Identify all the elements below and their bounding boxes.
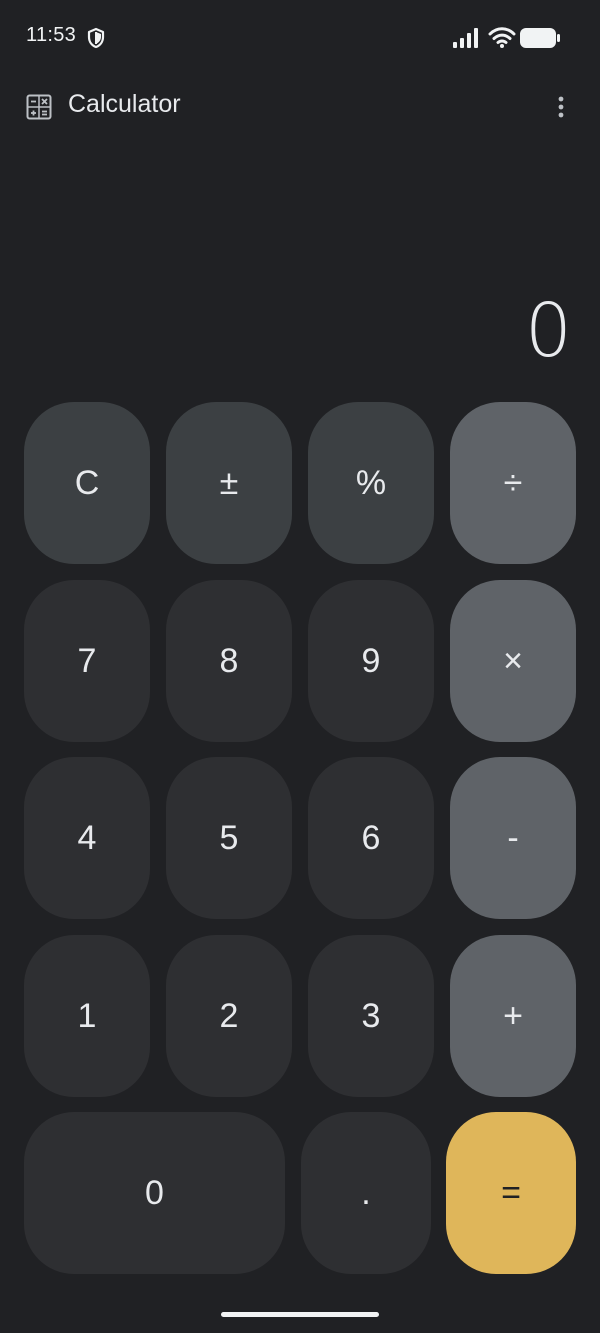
digit-4-label: 4 xyxy=(77,818,97,857)
status-bar: 11:53 xyxy=(0,0,600,76)
digit-9-button[interactable]: 9 xyxy=(308,580,434,742)
overflow-menu-button[interactable] xyxy=(544,90,578,124)
battery-icon xyxy=(520,28,560,48)
digit-5-button[interactable]: 5 xyxy=(166,757,292,919)
add-label: + xyxy=(503,996,523,1035)
digit-2-button[interactable]: 2 xyxy=(166,935,292,1097)
equals-label: = xyxy=(501,1173,521,1212)
app-bar: Calculator xyxy=(0,76,600,136)
status-time: 11:53 xyxy=(26,24,77,46)
plus-minus-label: ± xyxy=(219,463,239,502)
divide-label: ÷ xyxy=(503,463,523,502)
clear-button[interactable]: C xyxy=(24,402,150,564)
digit-0-button[interactable]: 0 xyxy=(24,1112,285,1274)
digit-6-label: 6 xyxy=(361,818,381,857)
digit-8-label: 8 xyxy=(219,641,239,680)
digit-7-label: 7 xyxy=(77,641,97,680)
calculator-icon xyxy=(26,94,52,120)
plus-minus-button[interactable]: ± xyxy=(166,402,292,564)
digit-8-button[interactable]: 8 xyxy=(166,580,292,742)
add-button[interactable]: + xyxy=(450,935,576,1097)
decimal-point-label: . xyxy=(361,1173,371,1212)
subtract-button[interactable]: - xyxy=(450,757,576,919)
digit-3-button[interactable]: 3 xyxy=(308,935,434,1097)
digit-2-label: 2 xyxy=(219,996,239,1035)
app-title: Calculator xyxy=(68,90,181,118)
percent-button[interactable]: % xyxy=(308,402,434,564)
digit-3-label: 3 xyxy=(361,996,381,1035)
multiply-label: × xyxy=(503,641,523,680)
digit-4-button[interactable]: 4 xyxy=(24,757,150,919)
more-vert-icon xyxy=(558,96,564,118)
percent-label: % xyxy=(355,463,387,502)
digit-1-label: 1 xyxy=(77,996,97,1035)
shield-icon xyxy=(87,27,105,49)
digit-0-label: 0 xyxy=(145,1173,164,1212)
decimal-point-button[interactable]: . xyxy=(301,1112,431,1274)
digit-7-button[interactable]: 7 xyxy=(24,580,150,742)
cellular-signal-icon xyxy=(453,28,478,48)
equals-button[interactable]: = xyxy=(446,1112,576,1274)
digit-6-button[interactable]: 6 xyxy=(308,757,434,919)
divide-button[interactable]: ÷ xyxy=(450,402,576,564)
wifi-icon xyxy=(488,27,516,48)
home-indicator[interactable] xyxy=(221,1312,379,1317)
subtract-label: - xyxy=(507,818,519,857)
clear-label: C xyxy=(74,463,100,502)
digit-5-label: 5 xyxy=(219,818,239,857)
result-display: 0 xyxy=(524,288,572,374)
digit-1-button[interactable]: 1 xyxy=(24,935,150,1097)
multiply-button[interactable]: × xyxy=(450,580,576,742)
digit-9-label: 9 xyxy=(361,641,381,680)
